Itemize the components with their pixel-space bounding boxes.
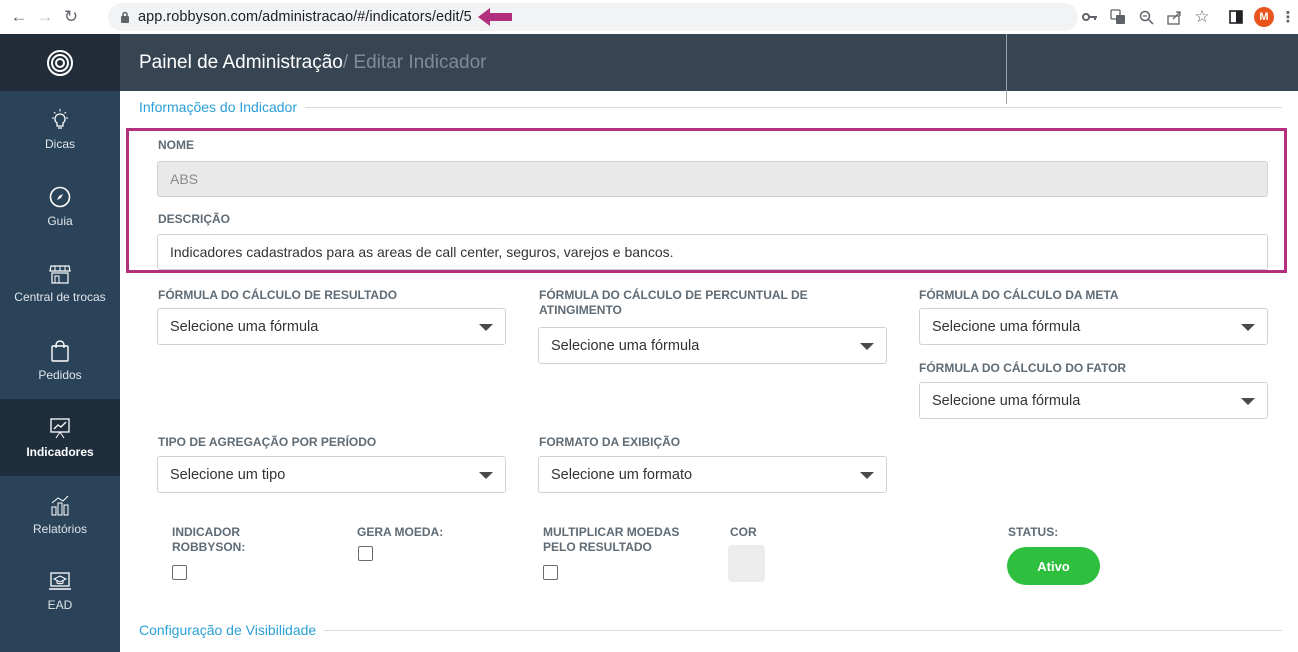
formato-label: FORMATO DA EXIBIÇÃO xyxy=(539,435,681,449)
caret-down-icon xyxy=(479,324,493,331)
caret-down-icon xyxy=(479,472,493,479)
label-line: ROBBYSON: xyxy=(172,540,246,554)
chart-board-icon xyxy=(50,417,70,438)
nome-label: NOME xyxy=(158,138,194,152)
formula-resultado-select[interactable]: Selecione uma fórmula xyxy=(157,308,506,345)
sidebar-item-ead[interactable]: EAD xyxy=(0,553,120,630)
sidebar-item-label: EAD xyxy=(47,597,73,612)
lightbulb-icon xyxy=(52,108,68,129)
forward-icon[interactable]: → xyxy=(32,4,58,30)
status-toggle-button[interactable]: Ativo xyxy=(1007,547,1100,585)
bar-chart-icon xyxy=(51,495,69,515)
page-header: Painel de Administração / Editar Indicad… xyxy=(120,34,1298,91)
bookmark-star-icon[interactable]: ☆ xyxy=(1188,3,1216,31)
label-line: MULTIPLICAR MOEDAS xyxy=(543,525,680,539)
compass-icon xyxy=(49,186,71,207)
divider xyxy=(139,107,1282,108)
label-line: FÓRMULA DO CÁLCULO DE PERCUNTUAL DE xyxy=(539,288,808,302)
browser-toolbar: ← → ↻ app.robbyson.com/administracao/#/i… xyxy=(0,0,1298,34)
caret-down-icon xyxy=(1241,324,1255,331)
caret-down-icon xyxy=(860,343,874,350)
formula-fator-select[interactable]: Selecione uma fórmula xyxy=(919,382,1268,419)
formato-select[interactable]: Selecione um formato xyxy=(538,456,887,493)
shopping-bag-icon xyxy=(51,339,69,362)
kebab-menu-icon[interactable]: ⋮ xyxy=(1278,3,1298,31)
sidebar-item-label: Guia xyxy=(47,213,73,228)
side-panel-icon[interactable] xyxy=(1222,3,1250,31)
sidebar-item-label: Central de trocas xyxy=(14,289,106,304)
sidebar-item-dicas[interactable]: Dicas xyxy=(0,91,120,168)
sidebar-item-indicadores[interactable]: Indicadores xyxy=(0,399,120,476)
main-content: Informações do Indicador NOME ABS DESCRI… xyxy=(120,91,1298,652)
sidebar-item-pedidos[interactable]: Pedidos xyxy=(0,322,120,399)
section-title-info: Informações do Indicador xyxy=(139,99,305,115)
sidebar-item-label: Pedidos xyxy=(38,367,82,382)
section-title-visibility: Configuração de Visibilidade xyxy=(139,622,325,638)
back-icon[interactable]: ← xyxy=(6,4,32,30)
label-line: ATINGIMENTO xyxy=(539,303,622,317)
caret-down-icon xyxy=(1241,398,1255,405)
logo-icon xyxy=(47,49,73,76)
zoom-icon[interactable] xyxy=(1132,3,1160,31)
sidebar-item-label: Dicas xyxy=(44,136,75,151)
descricao-input[interactable]: Indicadores cadastrados para as areas de… xyxy=(157,234,1268,270)
annotation-arrow-icon xyxy=(477,8,512,26)
lock-icon xyxy=(121,11,129,23)
store-icon xyxy=(49,264,71,284)
sidebar-item-label: Relatórios xyxy=(32,521,88,536)
page-title: Painel de Administração xyxy=(139,51,343,73)
multiplicar-moedas-label: MULTIPLICAR MOEDAS PELO RESULTADO xyxy=(543,525,679,555)
profile-avatar[interactable]: M xyxy=(1250,3,1278,31)
formula-percentual-label: FÓRMULA DO CÁLCULO DE PERCUNTUAL DE ATIN… xyxy=(539,288,808,318)
color-picker[interactable] xyxy=(728,545,765,582)
caret-down-icon xyxy=(860,472,874,479)
select-value: Selecione uma fórmula xyxy=(932,392,1081,409)
avatar[interactable]: M xyxy=(1254,7,1274,27)
agregacao-select[interactable]: Selecione um tipo xyxy=(157,456,506,493)
formula-resultado-label: FÓRMULA DO CÁLCULO DE RESULTADO xyxy=(158,288,398,302)
cor-label: COR xyxy=(730,525,757,539)
nome-input[interactable]: ABS xyxy=(157,161,1268,197)
select-value: Selecione um tipo xyxy=(170,466,286,483)
sidebar-item-label: Indicadores xyxy=(26,444,94,459)
label-line: INDICADOR xyxy=(172,525,240,539)
descricao-label: DESCRIÇÃO xyxy=(158,212,231,226)
multiplicar-moedas-checkbox[interactable] xyxy=(543,565,558,580)
formula-fator-label: FÓRMULA DO CÁLCULO DO FATOR xyxy=(919,361,1127,375)
key-icon[interactable] xyxy=(1076,3,1104,31)
formula-percentual-select[interactable]: Selecione uma fórmula xyxy=(538,327,887,364)
translate-icon[interactable] xyxy=(1104,3,1132,31)
laptop-graduation-icon xyxy=(49,571,71,590)
reload-icon[interactable]: ↻ xyxy=(58,4,84,30)
gera-moeda-checkbox[interactable] xyxy=(358,546,373,561)
select-value: Selecione uma fórmula xyxy=(551,337,700,354)
url-text[interactable]: app.robbyson.com/administracao/#/indicat… xyxy=(138,9,472,25)
select-value: Selecione uma fórmula xyxy=(932,318,1081,335)
sidebar-item-central-de-trocas[interactable]: Central de trocas xyxy=(0,245,120,322)
sidebar: Dicas Guia Central de trocas Pedidos Ind… xyxy=(0,34,120,652)
formula-meta-label: FÓRMULA DO CÁLCULO DA META xyxy=(919,288,1119,302)
share-icon[interactable] xyxy=(1160,3,1188,31)
indicador-robbyson-checkbox[interactable] xyxy=(172,565,187,580)
sidebar-item-relatorios[interactable]: Relatórios xyxy=(0,476,120,553)
sidebar-item-guia[interactable]: Guia xyxy=(0,168,120,245)
address-bar[interactable]: app.robbyson.com/administracao/#/indicat… xyxy=(108,3,1078,31)
formula-meta-select[interactable]: Selecione uma fórmula xyxy=(919,308,1268,345)
logo[interactable] xyxy=(0,34,120,91)
agregacao-label: TIPO DE AGREGAÇÃO POR PERÍODO xyxy=(158,435,377,449)
select-value: Selecione um formato xyxy=(551,466,693,483)
status-label: STATUS: xyxy=(1008,525,1059,539)
gera-moeda-label: GERA MOEDA: xyxy=(357,525,444,539)
breadcrumb: / Editar Indicador xyxy=(342,51,487,73)
label-line: PELO RESULTADO xyxy=(543,540,652,554)
indicador-robbyson-label: INDICADOR ROBBYSON: xyxy=(172,525,245,555)
select-value: Selecione uma fórmula xyxy=(170,318,319,335)
